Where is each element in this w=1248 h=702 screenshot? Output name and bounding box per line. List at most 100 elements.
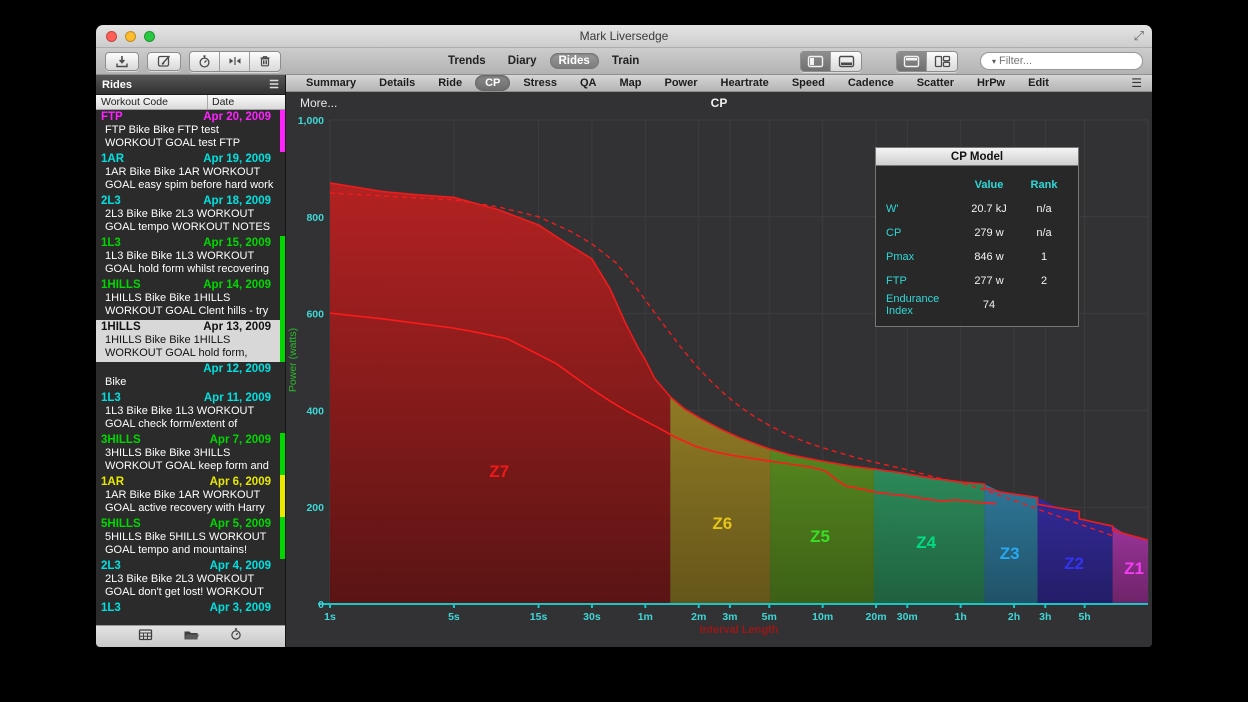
zone-band-z7 [330, 183, 670, 604]
cp-model-label: Pmax [886, 251, 958, 263]
cp-model-label: W' [886, 203, 958, 215]
tab-cadence[interactable]: Cadence [838, 75, 904, 91]
cp-model-label: Endurance Index [886, 293, 958, 317]
y-axis-title: Power (watts) [287, 328, 299, 392]
analysis-tabbar: SummaryDetailsRideCPStressQAMapPowerHear… [286, 75, 1152, 92]
view-button-train[interactable]: Train [603, 53, 648, 69]
stopwatch-small-icon [229, 627, 243, 641]
ride-list-item[interactable]: 2L3Apr 18, 20092L3 Bike Bike 2L3 WORKOUT… [96, 194, 285, 236]
tab-summary[interactable]: Summary [296, 75, 366, 91]
split-ride-button[interactable] [220, 52, 250, 71]
titlebar[interactable]: Mark Liversedge ⤢ [96, 25, 1152, 48]
view-button-rides[interactable]: Rides [550, 53, 599, 69]
delete-ride-button[interactable] [250, 52, 280, 71]
filter-input[interactable] [999, 55, 1141, 67]
single-view-button[interactable] [897, 52, 927, 71]
ride-list-item[interactable]: 1ARApr 6, 20091AR Bike Bike 1AR WORKOUT … [96, 475, 285, 517]
ride-description: 1L3 Bike Bike 1L3 WORKOUT GOAL check for… [101, 405, 275, 431]
ride-row-header: 1ARApr 19, 2009 [101, 153, 275, 166]
ride-list-item[interactable]: 1HILLSApr 14, 20091HILLS Bike Bike 1HILL… [96, 278, 285, 320]
ride-description: 1HILLS Bike Bike 1HILLS WORKOUT GOAL Cle… [101, 292, 275, 318]
filter-dropdown-arrow[interactable]: ▾ [992, 57, 996, 66]
ride-list-item[interactable]: 1ARApr 19, 20091AR Bike Bike 1AR WORKOUT… [96, 152, 285, 194]
x-tick-label: 20m [866, 611, 887, 623]
ride-code: 1HILLS [101, 279, 141, 292]
ride-code: 2L3 [101, 195, 121, 208]
ride-list-item[interactable]: 3HILLSApr 7, 20093HILLS Bike Bike 3HILLS… [96, 433, 285, 475]
content-area: Rides ☰ Workout Code Date FTPApr 20, 200… [96, 75, 1152, 647]
y-tick-label: 1,000 [298, 115, 324, 127]
x-tick-label: 5s [448, 611, 460, 623]
close-button[interactable] [106, 31, 117, 42]
sidebar-menu-icon[interactable]: ☰ [269, 78, 279, 91]
split-arrows-icon [227, 54, 243, 68]
ride-code: 1L3 [101, 237, 121, 250]
y-tick-label: 600 [306, 309, 324, 321]
ride-code: 1L3 [101, 602, 121, 615]
calendar-icon [138, 628, 153, 641]
ride-row-header: 1L3Apr 3, 2009 [101, 602, 275, 615]
cp-model-row: W'20.7 kJn/a [886, 197, 1068, 221]
calendar-button[interactable] [138, 628, 153, 646]
traffic-lights [106, 31, 155, 42]
toggle-bottombar-button[interactable] [831, 52, 861, 71]
y-tick-label: 400 [306, 405, 324, 417]
compose-button[interactable] [147, 52, 181, 71]
x-tick-label: 30m [897, 611, 918, 623]
ride-date: Apr 7, 2009 [210, 434, 275, 447]
ride-row-header: 1HILLSApr 13, 2009 [101, 321, 275, 334]
tab-details[interactable]: Details [369, 75, 425, 91]
cp-model-title: CP Model [875, 147, 1079, 166]
ride-list-item[interactable]: 5HILLSApr 5, 20095HILLS Bike 5HILLS WORK… [96, 517, 285, 559]
tabbar-menu-icon[interactable]: ☰ [1131, 76, 1142, 90]
minimize-button[interactable] [125, 31, 136, 42]
tab-ride[interactable]: Ride [428, 75, 472, 91]
x-tick-label: 5h [1078, 611, 1090, 623]
x-tick-label: 15s [530, 611, 548, 623]
x-tick-label: 3m [722, 611, 737, 623]
layout-toggle-group [896, 51, 958, 72]
ride-list-item[interactable]: 2L3Apr 4, 20092L3 Bike Bike 2L3 WORKOUT … [96, 559, 285, 601]
toggle-sidebar-button[interactable] [801, 52, 831, 71]
ride-list-item[interactable]: Apr 12, 2009Bike [96, 362, 285, 391]
tab-power[interactable]: Power [654, 75, 707, 91]
ride-list-item[interactable]: FTPApr 20, 2009FTP Bike Bike FTP test WO… [96, 110, 285, 152]
view-switcher: TrendsDiaryRidesTrain [439, 53, 648, 69]
download-button[interactable] [105, 52, 139, 71]
tab-map[interactable]: Map [609, 75, 651, 91]
tab-qa[interactable]: QA [570, 75, 607, 91]
intervals-button[interactable] [229, 627, 243, 646]
tab-cp[interactable]: CP [475, 75, 510, 91]
view-button-trends[interactable]: Trends [439, 53, 495, 69]
interval-stopwatch-button[interactable] [190, 52, 220, 71]
y-tick-label: 800 [306, 212, 324, 224]
tab-stress[interactable]: Stress [513, 75, 567, 91]
column-workout-code[interactable]: Workout Code [96, 95, 208, 109]
list-column-header[interactable]: Workout Code Date [96, 95, 285, 110]
ride-list: FTPApr 20, 2009FTP Bike Bike FTP test WO… [96, 110, 285, 625]
zoom-button[interactable] [144, 31, 155, 42]
tiled-panes-icon [934, 55, 951, 68]
tab-speed[interactable]: Speed [782, 75, 835, 91]
filter-field[interactable]: ▾ [980, 52, 1143, 70]
tiled-view-button[interactable] [927, 52, 957, 71]
sidebar-header: Rides ☰ [96, 75, 285, 95]
y-tick-label: 0 [318, 599, 324, 611]
ride-list-item[interactable]: 1L3Apr 3, 2009 [96, 601, 285, 617]
ride-date: Apr 6, 2009 [210, 476, 275, 489]
cp-model-panel: CP Model ValueRankW'20.7 kJn/aCP279 wn/a… [875, 147, 1079, 327]
ride-list-item[interactable]: 1HILLSApr 13, 20091HILLS Bike Bike 1HILL… [96, 320, 285, 362]
folder-button[interactable] [183, 628, 199, 646]
app-window: Mark Liversedge ⤢ [96, 25, 1152, 647]
ride-list-item[interactable]: 1L3Apr 11, 20091L3 Bike Bike 1L3 WORKOUT… [96, 391, 285, 433]
ride-row-header: FTPApr 20, 2009 [101, 111, 275, 124]
ride-color-bar [280, 320, 285, 362]
fullscreen-icon[interactable]: ⤢ [1134, 28, 1144, 44]
view-button-diary[interactable]: Diary [499, 53, 546, 69]
column-date[interactable]: Date [208, 95, 285, 109]
ride-list-item[interactable]: 1L3Apr 15, 20091L3 Bike Bike 1L3 WORKOUT… [96, 236, 285, 278]
tab-heartrate[interactable]: Heartrate [711, 75, 779, 91]
tab-edit[interactable]: Edit [1018, 75, 1059, 91]
tab-hrpw[interactable]: HrPw [967, 75, 1015, 91]
tab-scatter[interactable]: Scatter [907, 75, 964, 91]
